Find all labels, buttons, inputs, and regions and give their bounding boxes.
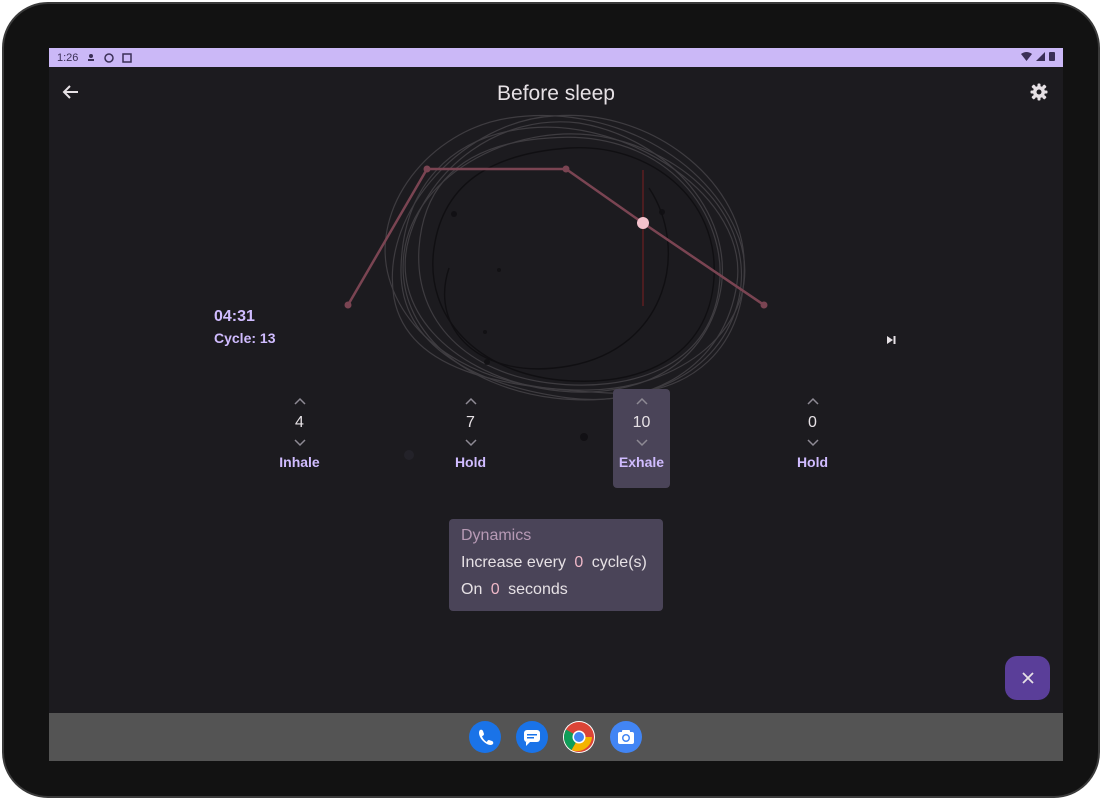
close-icon — [1021, 672, 1034, 684]
phase-value: 4 — [295, 414, 304, 431]
increase-suffix: cycle(s) — [591, 554, 647, 571]
message-icon — [524, 730, 540, 746]
skip-next-button[interactable] — [883, 332, 899, 348]
on-seconds-value[interactable]: 0 — [491, 581, 500, 598]
pattern-node — [562, 165, 570, 173]
taskbar-dock — [49, 713, 1063, 761]
chevron-up-icon[interactable] — [805, 396, 821, 408]
font-a-icon — [122, 52, 133, 63]
phase-stepper-hold-1: 7 Hold — [442, 389, 499, 488]
pattern-node — [344, 301, 352, 309]
chevron-up-icon[interactable] — [292, 396, 308, 408]
messages-app-icon[interactable] — [516, 721, 548, 753]
skip-next-icon — [887, 336, 896, 344]
cycle-count: Cycle: 13 — [214, 330, 276, 346]
pattern-node — [760, 301, 768, 309]
chat-notification-icon — [104, 52, 115, 63]
dynamics-title: Dynamics — [461, 527, 532, 544]
page-title: Before sleep — [497, 82, 615, 105]
elapsed-time: 04:31 — [214, 308, 255, 325]
settings-button[interactable] — [1029, 82, 1049, 102]
chevron-up-icon[interactable] — [463, 396, 479, 408]
app-screen: 1:26 Before sleep 04:31 Cycle: 13 4 Inha… — [49, 48, 1063, 761]
phone-icon — [479, 729, 494, 745]
phase-label[interactable]: Inhale — [271, 454, 328, 470]
status-right-icons — [1021, 51, 1055, 61]
phase-label[interactable]: Exhale — [613, 454, 670, 470]
tablet-frame: 1:26 Before sleep 04:31 Cycle: 13 4 Inha… — [2, 2, 1100, 798]
chevron-down-icon[interactable] — [805, 436, 821, 448]
status-time: 1:26 — [57, 51, 79, 64]
usb-debug-icon — [88, 53, 95, 61]
camera-icon — [618, 730, 634, 744]
increase-cycles-value[interactable]: 0 — [574, 554, 583, 571]
dynamics-card: Dynamics Increase every 0 cycle(s) On 0 … — [449, 519, 663, 611]
dynamics-increase-row: Increase every 0 cycle(s) — [461, 554, 651, 572]
chevron-down-icon[interactable] — [634, 436, 650, 448]
phase-label[interactable]: Hold — [442, 454, 499, 470]
phase-value: 7 — [466, 414, 475, 431]
camera-app-icon[interactable] — [610, 721, 642, 753]
chevron-up-icon[interactable] — [634, 396, 650, 408]
wifi-icon — [1021, 51, 1032, 61]
on-suffix: seconds — [508, 581, 568, 598]
increase-prefix: Increase every — [461, 554, 566, 571]
phase-stepper-exhale: 10 Exhale — [613, 389, 670, 488]
phase-label[interactable]: Hold — [784, 454, 841, 470]
phase-value: 10 — [632, 414, 651, 431]
phase-stepper-hold-2: 0 Hold — [784, 389, 841, 488]
progress-indicator-dot — [637, 217, 649, 229]
chevron-down-icon[interactable] — [292, 436, 308, 448]
dynamics-on-row: On 0 seconds — [461, 581, 651, 599]
chrome-icon — [563, 722, 594, 752]
session-timer: 04:31 Cycle: 13 — [214, 308, 275, 346]
pattern-node — [423, 165, 431, 173]
chrome-app-icon[interactable] — [563, 721, 595, 753]
battery-icon — [1049, 52, 1055, 61]
breath-pattern-line — [346, 167, 765, 307]
phone-app-icon[interactable] — [469, 721, 501, 753]
gear-icon — [1030, 83, 1048, 101]
chevron-down-icon[interactable] — [463, 436, 479, 448]
phase-value: 0 — [808, 414, 817, 431]
phase-steppers: 4 Inhale 7 Hold 10 Exhale 0 Hold — [49, 389, 1063, 489]
on-prefix: On — [461, 581, 483, 598]
cell-signal-icon — [1036, 51, 1045, 61]
stop-fab-button[interactable] — [1005, 656, 1050, 700]
phase-stepper-inhale: 4 Inhale — [271, 389, 328, 488]
status-bar: 1:26 — [49, 48, 1063, 67]
